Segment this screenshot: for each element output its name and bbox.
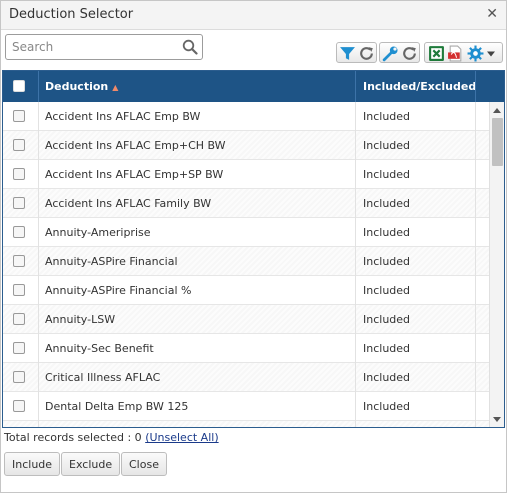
status-cell: Included — [363, 110, 411, 123]
deduction-cell: Critical Illness AFLAC — [45, 371, 161, 384]
refresh-icon[interactable] — [401, 45, 418, 62]
column-divider — [355, 102, 356, 427]
search-box — [5, 34, 203, 60]
select-all-checkbox[interactable] — [13, 80, 25, 92]
refresh-icon[interactable] — [358, 45, 375, 62]
grid-header: Deduction ▲ Included/Excluded — [3, 71, 504, 102]
deduction-cell: Annuity-ASPire Financial % — [45, 284, 192, 297]
row-checkbox-cell — [3, 392, 38, 421]
dropdown-caret-icon[interactable] — [485, 45, 497, 62]
deduction-cell: Annuity-Ameriprise — [45, 226, 151, 239]
table-row[interactable]: Annuity-Ameriprise Included — [3, 218, 489, 247]
gear-icon[interactable] — [467, 45, 484, 62]
row-checkbox-cell — [3, 276, 38, 305]
row-checkbox[interactable] — [13, 197, 25, 209]
row-checkbox-cell — [3, 247, 38, 276]
table-row[interactable]: Annuity-ASPire Financial % Included — [3, 276, 489, 305]
row-checkbox-cell — [3, 160, 38, 189]
dialog-titlebar: Deduction Selector ✕ — [1, 1, 506, 30]
deduction-cell: Accident Ins AFLAC Emp+SP BW — [45, 168, 224, 181]
selection-status: Total records selected : 0 (Unselect All… — [4, 431, 219, 444]
sort-ascending-icon: ▲ — [112, 83, 119, 92]
row-checkbox[interactable] — [13, 313, 25, 325]
filter-group — [336, 42, 377, 63]
table-row[interactable]: Accident Ins AFLAC Emp BW Included — [3, 102, 489, 131]
grid-body: Accident Ins AFLAC Emp BW Included Accid… — [3, 102, 489, 427]
export-group — [424, 42, 503, 63]
table-row[interactable]: Annuity-LSW Included — [3, 305, 489, 334]
deduction-cell: Accident Ins AFLAC Family BW — [45, 197, 212, 210]
row-checkbox-cell — [3, 363, 38, 392]
status-cell: Included — [363, 342, 411, 355]
row-checkbox[interactable] — [13, 168, 25, 180]
status-cell: Included — [363, 255, 411, 268]
row-checkbox[interactable] — [13, 255, 25, 267]
deduction-selector-dialog: Deduction Selector ✕ Search Deduction ▲ … — [0, 0, 507, 493]
status-cell: Included — [363, 284, 411, 297]
table-row[interactable]: Dental Delta Emp BW 125 Included — [3, 392, 489, 421]
deduction-cell: Annuity-ASPire Financial — [45, 255, 178, 268]
status-cell: Included — [363, 168, 411, 181]
deduction-cell: Annuity-Sec Benefit — [45, 342, 154, 355]
exclude-button[interactable]: Exclude — [61, 452, 121, 476]
close-button[interactable]: Close — [121, 452, 167, 476]
filter-icon[interactable] — [339, 45, 356, 62]
header-separator — [475, 71, 476, 102]
include-button[interactable]: Include — [4, 452, 61, 476]
table-row[interactable]: Annuity-ASPire Financial Included — [3, 247, 489, 276]
row-checkbox-cell — [3, 421, 38, 427]
table-row[interactable] — [3, 421, 489, 427]
deduction-cell: Accident Ins AFLAC Emp+CH BW — [45, 139, 226, 152]
dialog-title: Deduction Selector — [9, 7, 134, 22]
excel-icon[interactable] — [428, 45, 445, 62]
row-checkbox-cell — [3, 102, 38, 131]
table-row[interactable]: Accident Ins AFLAC Emp+CH BW Included — [3, 131, 489, 160]
search-input[interactable] — [6, 35, 182, 59]
status-cell: Included — [363, 139, 411, 152]
deduction-cell: Annuity-LSW — [45, 313, 116, 326]
scroll-thumb[interactable] — [492, 118, 503, 166]
status-cell: Included — [363, 226, 411, 239]
status-cell: Included — [363, 197, 411, 210]
row-checkbox-cell — [3, 305, 38, 334]
row-checkbox[interactable] — [13, 226, 25, 238]
pdf-icon[interactable] — [447, 45, 464, 62]
row-checkbox[interactable] — [13, 284, 25, 296]
row-checkbox[interactable] — [13, 371, 25, 383]
row-checkbox[interactable] — [13, 342, 25, 354]
deduction-cell: Dental Delta Emp BW 125 — [45, 400, 189, 413]
column-header-deduction-label: Deduction — [45, 80, 109, 93]
table-row[interactable]: Accident Ins AFLAC Emp+SP BW Included — [3, 160, 489, 189]
column-header-deduction[interactable]: Deduction ▲ — [45, 71, 118, 102]
search-icon[interactable] — [182, 39, 198, 55]
unselect-all-link[interactable]: (Unselect All) — [145, 431, 218, 444]
vertical-scrollbar[interactable] — [489, 102, 504, 427]
column-divider — [475, 102, 476, 427]
status-cell: Included — [363, 400, 411, 413]
header-separator — [38, 71, 39, 102]
header-separator — [355, 71, 356, 102]
row-checkbox-cell — [3, 189, 38, 218]
table-row[interactable]: Critical Illness AFLAC Included — [3, 363, 489, 392]
column-divider — [38, 102, 39, 427]
wrench-icon[interactable] — [382, 45, 399, 62]
row-checkbox[interactable] — [13, 400, 25, 412]
scroll-up-icon[interactable] — [493, 108, 501, 113]
status-cell: Included — [363, 371, 411, 384]
scroll-down-icon[interactable] — [493, 417, 501, 422]
close-icon[interactable]: ✕ — [486, 6, 498, 22]
status-cell: Included — [363, 313, 411, 326]
settings-group — [379, 42, 420, 63]
row-checkbox[interactable] — [13, 110, 25, 122]
table-row[interactable]: Annuity-Sec Benefit Included — [3, 334, 489, 363]
row-checkbox-cell — [3, 334, 38, 363]
table-row[interactable]: Accident Ins AFLAC Family BW Included — [3, 189, 489, 218]
deduction-grid: Deduction ▲ Included/Excluded Accident In… — [2, 70, 505, 428]
row-checkbox[interactable] — [13, 139, 25, 151]
selection-count-text: Total records selected : 0 — [4, 431, 146, 444]
column-header-status[interactable]: Included/Excluded — [363, 71, 476, 102]
deduction-cell: Accident Ins AFLAC Emp BW — [45, 110, 201, 123]
row-checkbox-cell — [3, 218, 38, 247]
row-checkbox-cell — [3, 131, 38, 160]
